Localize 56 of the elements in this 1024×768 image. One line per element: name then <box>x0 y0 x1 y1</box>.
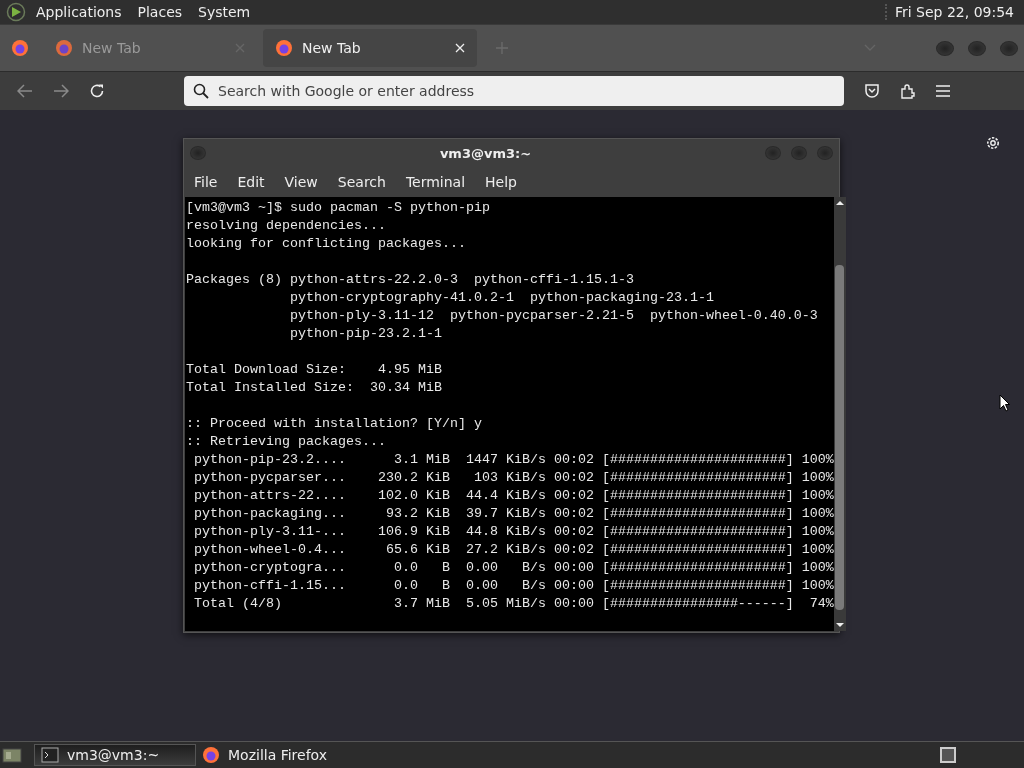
terminal-line: python-pip-23.2.... 3.1 MiB 1447 KiB/s 00:02 [######################] 100% <box>193 451 834 469</box>
logo-icon[interactable] <box>6 2 26 22</box>
address-field[interactable]: Search with Google or enter address <box>184 76 844 106</box>
menu-item[interactable]: Search <box>337 174 386 190</box>
terminal-line: Total Installed Size: 30.34 MiB <box>186 379 443 397</box>
menu-item[interactable]: Edit <box>237 174 265 190</box>
terminal-line: python-cryptography-41.0.2-1 python-packaging-23.1-1 <box>288 289 715 307</box>
terminal-line: Total Download Size: 4.95 MiB <box>186 361 443 379</box>
menu-icon[interactable] <box>936 85 950 97</box>
firefox-icon <box>55 39 73 57</box>
terminal-line: [vm3@vm3 ~]$ sudo pacman -S python-pip <box>186 199 491 217</box>
taskbar-button[interactable]: vm3@vm3:~ <box>34 744 196 766</box>
menu-item[interactable]: View <box>284 174 318 190</box>
panel-menu[interactable]: Applications <box>36 4 122 20</box>
reload-icon[interactable] <box>89 83 105 99</box>
scrollbar[interactable] <box>833 197 846 631</box>
terminal-line: python-pycparser... 230.2 KiB 103 KiB/s 00:02 [######################] 100% <box>193 469 834 487</box>
maximize-button[interactable] <box>968 40 986 56</box>
terminal-line: Packages (8) python-attrs-22.2.0-3 python-cffi-1.15.1-3 <box>186 271 635 289</box>
firefox-icon <box>275 39 293 57</box>
pointer-icon <box>999 394 1010 412</box>
terminal-line: python-attrs-22.... 102.0 KiB 44.4 KiB/s 00:02 [######################] 100% <box>193 487 834 505</box>
workspace-switcher[interactable] <box>940 747 956 763</box>
back-icon[interactable] <box>17 84 33 98</box>
clock[interactable]: Fri Sep 22, 09:54 <box>884 4 1018 20</box>
terminal-line: python-cryptogra... 0.0 B 0.00 B/s 00:00 [######################] 100% <box>193 559 834 577</box>
taskbar-button[interactable]: Mozilla Firefox <box>196 744 358 766</box>
panel-menu[interactable]: System <box>198 4 251 20</box>
terminal-line: resolving dependencies... <box>186 217 387 235</box>
menu-item[interactable]: Help <box>485 174 517 190</box>
menu-item[interactable]: Terminal <box>405 174 466 190</box>
terminal-line: python-ply-3.11-12 python-pycparser-2.21-5 python-wheel-0.40.0-3 <box>288 307 819 325</box>
terminal-line: looking for conflicting packages... <box>186 235 467 253</box>
firefox-icon[interactable] <box>11 39 29 57</box>
menu-item[interactable]: File <box>194 174 218 190</box>
terminal-line: Total (4/8) 3.7 MiB 5.05 MiB/s 00:00 [################------] 74% <box>193 595 834 613</box>
browser-tab[interactable]: New Tab <box>263 29 477 67</box>
terminal-line: python-ply-3.11-... 106.9 KiB 44.8 KiB/s 00:02 [######################] 100% <box>193 523 834 541</box>
terminal-line: python-cffi-1.15... 0.0 B 0.00 B/s 00:00 [######################] 100% <box>193 577 834 595</box>
search-icon <box>193 83 209 99</box>
terminal-line: python-pip-23.2.1-1 <box>288 325 443 343</box>
terminal-icon <box>41 747 59 763</box>
firefox-icon <box>202 746 220 764</box>
terminal-line: python-wheel-0.4... 65.6 KiB 27.2 KiB/s 00:02 [######################] 100% <box>193 541 834 559</box>
panel-menu[interactable]: Places <box>137 4 183 20</box>
forward-icon[interactable] <box>53 84 69 98</box>
puzzle-icon[interactable] <box>900 83 916 99</box>
close-button[interactable] <box>1000 40 1018 56</box>
pocket-icon[interactable] <box>864 83 880 99</box>
terminal-line: :: Proceed with installation? [Y/n] y <box>186 415 483 433</box>
terminal-line: :: Retrieving packages... <box>186 433 387 451</box>
minimize-button[interactable] <box>936 40 954 56</box>
desktop-icon[interactable] <box>2 746 22 764</box>
window-title: vm3@vm3:~ <box>438 145 533 161</box>
settings-icon[interactable] <box>985 135 1001 151</box>
terminal-line: python-packaging... 93.2 KiB 39.7 KiB/s 00:02 [######################] 100% <box>193 505 834 523</box>
